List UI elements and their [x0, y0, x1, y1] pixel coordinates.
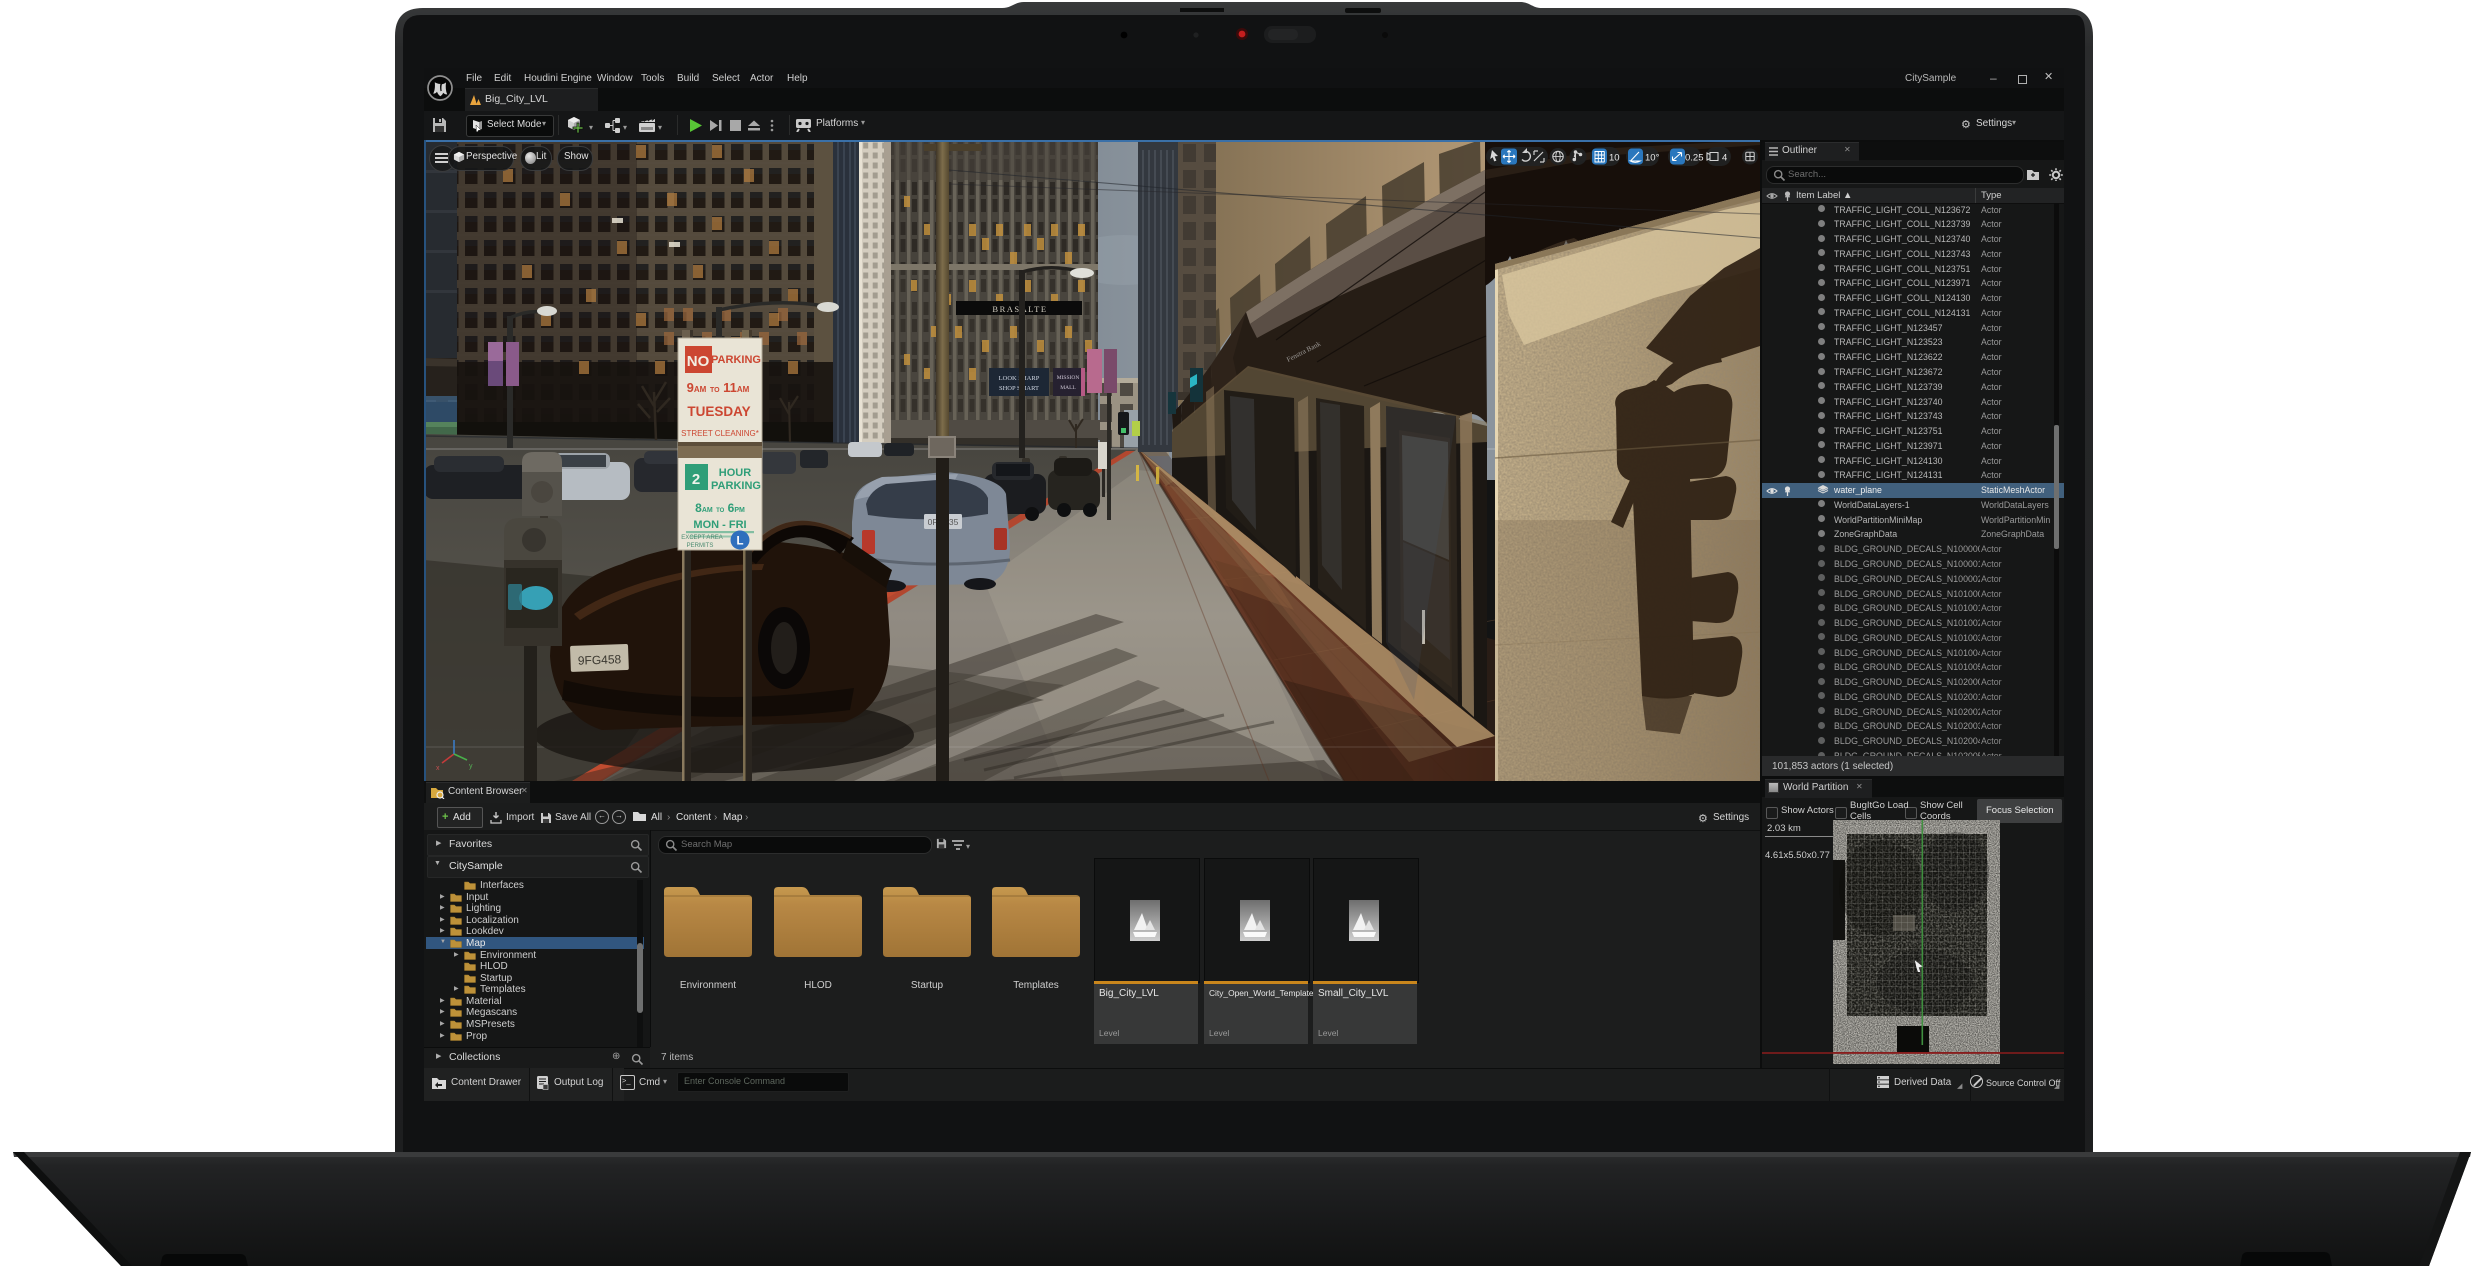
svg-text:▾: ▾: [966, 842, 970, 851]
svg-text:▾: ▾: [623, 123, 627, 132]
svg-text:10°: 10°: [1645, 153, 1660, 164]
svg-text:2: 2: [692, 471, 700, 488]
svg-text:y: y: [469, 763, 473, 770]
svg-text:TUESDAY: TUESDAY: [687, 404, 750, 419]
svg-text:MALL: MALL: [1060, 385, 1076, 391]
svg-text:▾: ▾: [589, 123, 593, 132]
svg-text:x: x: [436, 765, 440, 772]
svg-text:EXCEPT AREA: EXCEPT AREA: [681, 535, 723, 541]
svg-text:PARKING: PARKING: [711, 480, 761, 492]
svg-text:9FG458: 9FG458: [578, 652, 622, 668]
svg-text:L: L: [736, 536, 743, 548]
svg-text:MISSION: MISSION: [1057, 375, 1080, 381]
svg-text:NO: NO: [687, 353, 710, 370]
svg-text:PERMITS: PERMITS: [687, 543, 714, 549]
svg-text:▾: ▾: [658, 123, 662, 132]
svg-text:PARKING: PARKING: [711, 354, 761, 366]
svg-text:HOUR: HOUR: [719, 467, 751, 479]
svg-text:MON - FRI: MON - FRI: [693, 519, 746, 531]
svg-text:0.25: 0.25: [1685, 153, 1704, 164]
svg-text:4: 4: [1722, 153, 1727, 164]
svg-text:10: 10: [1609, 153, 1620, 164]
svg-text:STREET CLEANING*: STREET CLEANING*: [681, 429, 759, 438]
